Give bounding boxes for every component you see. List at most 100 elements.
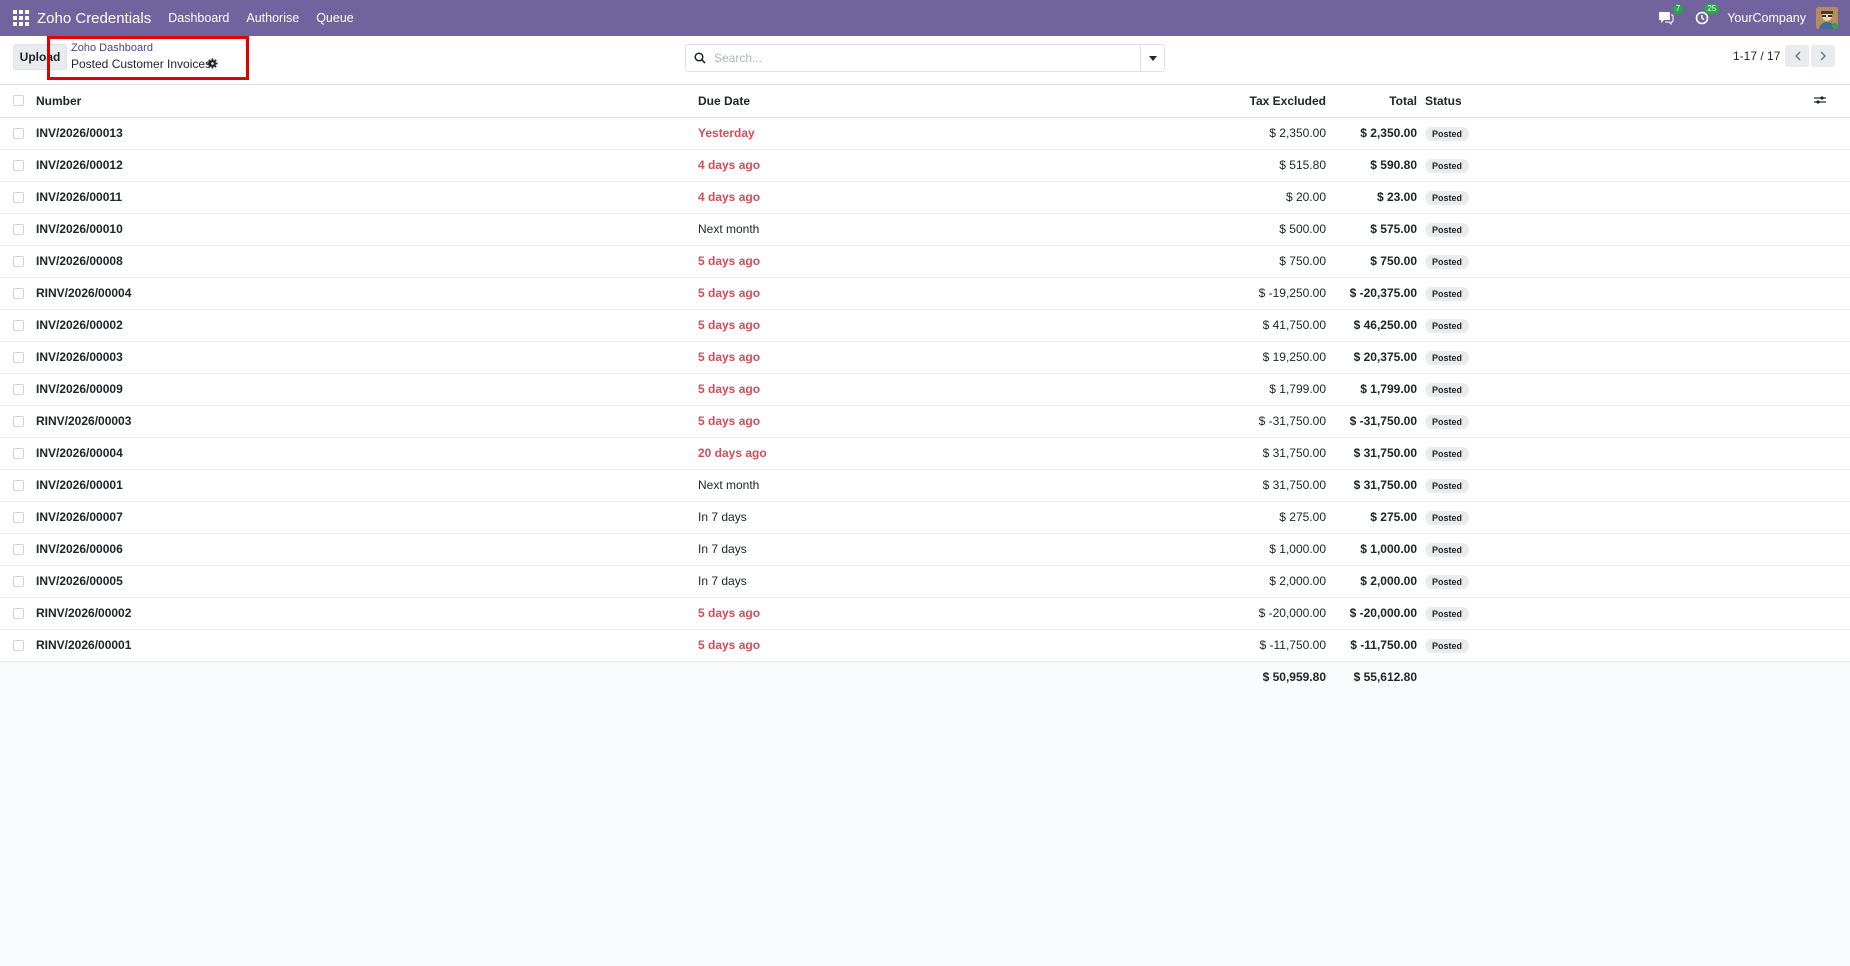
invoice-number[interactable]: INV/2026/00007 <box>36 501 698 533</box>
activities-icon[interactable]: 25 <box>1691 4 1720 29</box>
due-date: 5 days ago <box>698 382 761 396</box>
total-amount: $ 20,375.00 <box>1353 350 1417 364</box>
total-amount: $ -31,750.00 <box>1349 414 1417 428</box>
search-input[interactable] <box>714 51 1134 65</box>
table-row[interactable]: RINV/2026/00002 5 days ago $ -20,000.00 $ -… <box>0 597 1850 629</box>
row-checkbox[interactable] <box>13 383 24 395</box>
table-row[interactable]: INV/2026/00003 5 days ago $ 19,250.00 $ 20,… <box>0 341 1850 373</box>
status-badge: Posted <box>1425 190 1470 205</box>
pager-next-button[interactable] <box>1811 45 1835 67</box>
invoice-number[interactable]: INV/2026/00008 <box>36 245 698 277</box>
app-title[interactable]: Zoho Credentials <box>37 10 151 27</box>
due-date: 5 days ago <box>698 606 761 620</box>
company-switcher[interactable]: YourCompany <box>1727 11 1806 25</box>
tax-excluded-amount: $ 1,000.00 <box>1269 542 1326 556</box>
app-grid-icon[interactable] <box>13 10 29 26</box>
status-badge: Posted <box>1425 446 1470 461</box>
row-checkbox[interactable] <box>13 319 24 331</box>
header-total[interactable]: Total <box>1326 85 1417 118</box>
status-badge: Posted <box>1425 222 1470 237</box>
row-checkbox[interactable] <box>13 543 24 555</box>
invoice-number[interactable]: INV/2026/00001 <box>36 469 698 501</box>
table-row[interactable]: INV/2026/00008 5 days ago $ 750.00 $ 750.00… <box>0 245 1850 277</box>
header-number[interactable]: Number <box>36 85 698 118</box>
header-tax-excluded[interactable]: Tax Excluded <box>1088 85 1326 118</box>
invoice-number[interactable]: INV/2026/00006 <box>36 533 698 565</box>
table-row[interactable]: RINV/2026/00004 5 days ago $ -19,250.00 $ -… <box>0 277 1850 309</box>
total-amount: $ -20,375.00 <box>1349 286 1417 300</box>
search-options-toggle[interactable] <box>1140 45 1164 71</box>
invoice-number[interactable]: RINV/2026/00003 <box>36 405 698 437</box>
row-checkbox[interactable] <box>13 639 24 651</box>
table-row[interactable]: INV/2026/00001 Next month $ 31,750.00 $ 31,… <box>0 469 1850 501</box>
invoice-number[interactable]: RINV/2026/00001 <box>36 629 698 661</box>
row-checkbox[interactable] <box>13 607 24 619</box>
row-checkbox[interactable] <box>13 415 24 427</box>
row-checkbox[interactable] <box>13 255 24 267</box>
messages-icon[interactable]: 7 <box>1655 4 1684 29</box>
pager-value[interactable]: 1-17 / 17 <box>1733 49 1780 63</box>
invoice-number[interactable]: RINV/2026/00002 <box>36 597 698 629</box>
row-checkbox[interactable] <box>13 223 24 235</box>
table-row[interactable]: INV/2026/00011 4 days ago $ 20.00 $ 23.00 Po… <box>0 181 1850 213</box>
table-row[interactable]: INV/2026/00004 20 days ago $ 31,750.00 $ 31… <box>0 437 1850 469</box>
row-checkbox[interactable] <box>13 447 24 459</box>
row-select-cell <box>0 341 36 373</box>
row-select-cell <box>0 277 36 309</box>
header-status[interactable]: Status <box>1417 85 1814 118</box>
table-row[interactable]: INV/2026/00010 Next month $ 500.00 $ 575.00… <box>0 213 1850 245</box>
row-select-cell <box>0 373 36 405</box>
table-row[interactable]: RINV/2026/00003 5 days ago $ -31,750.00 $ -… <box>0 405 1850 437</box>
table-row[interactable]: INV/2026/00006 In 7 days $ 1,000.00 $ 1,000… <box>0 533 1850 565</box>
page-title: Posted Customer Invoices <box>71 57 212 71</box>
table-row[interactable]: INV/2026/00005 In 7 days $ 2,000.00 $ 2,000… <box>0 565 1850 597</box>
tax-excluded-amount: $ 1,799.00 <box>1269 382 1326 396</box>
row-checkbox[interactable] <box>13 191 24 203</box>
invoice-list: Number Due Date Tax Excluded Total Statu… <box>0 85 1850 693</box>
table-row[interactable]: INV/2026/00007 In 7 days $ 275.00 $ 275.00 P… <box>0 501 1850 533</box>
table-row[interactable]: INV/2026/00012 4 days ago $ 515.80 $ 590.80… <box>0 149 1850 181</box>
invoice-number[interactable]: INV/2026/00012 <box>36 149 698 181</box>
pager-previous-button[interactable] <box>1785 45 1809 67</box>
invoice-number[interactable]: INV/2026/00011 <box>36 181 698 213</box>
invoice-number[interactable]: INV/2026/00002 <box>36 309 698 341</box>
total-amount: $ 31,750.00 <box>1353 446 1417 460</box>
user-avatar[interactable] <box>1816 7 1838 29</box>
top-navbar: Zoho Credentials Dashboard Authorise Que… <box>0 0 1850 36</box>
column-settings-icon[interactable] <box>1814 95 1826 105</box>
table-header-row: Number Due Date Tax Excluded Total Statu… <box>0 85 1850 118</box>
table-row[interactable]: INV/2026/00009 5 days ago $ 1,799.00 $ 1,79… <box>0 373 1850 405</box>
invoice-number[interactable]: INV/2026/00010 <box>36 213 698 245</box>
row-checkbox[interactable] <box>13 351 24 363</box>
invoice-number[interactable]: INV/2026/00005 <box>36 565 698 597</box>
invoice-number[interactable]: INV/2026/00013 <box>36 117 698 149</box>
table-row[interactable]: INV/2026/00002 5 days ago $ 41,750.00 $ 46,… <box>0 309 1850 341</box>
activities-badge: 25 <box>1704 4 1720 14</box>
breadcrumb-zoho-dashboard[interactable]: Zoho Dashboard <box>71 42 153 54</box>
gear-icon[interactable] <box>207 58 218 69</box>
invoice-number[interactable]: RINV/2026/00004 <box>36 277 698 309</box>
row-checkbox[interactable] <box>13 287 24 299</box>
invoice-number[interactable]: INV/2026/00003 <box>36 341 698 373</box>
tax-excluded-amount: $ -11,750.00 <box>1259 638 1327 652</box>
chevron-right-icon <box>1820 51 1826 61</box>
select-all-checkbox[interactable] <box>13 95 24 107</box>
row-checkbox[interactable] <box>13 511 24 523</box>
row-checkbox[interactable] <box>13 575 24 587</box>
header-due-date[interactable]: Due Date <box>698 85 1088 118</box>
menu-queue[interactable]: Queue <box>316 11 354 25</box>
row-select-cell <box>0 213 36 245</box>
menu-dashboard[interactable]: Dashboard <box>168 11 229 25</box>
table-row[interactable]: RINV/2026/00001 5 days ago $ -11,750.00 $ -… <box>0 629 1850 661</box>
invoice-number[interactable]: INV/2026/00009 <box>36 373 698 405</box>
row-checkbox[interactable] <box>13 127 24 139</box>
row-select-cell <box>0 437 36 469</box>
menu-authorise[interactable]: Authorise <box>246 11 299 25</box>
tax-excluded-amount: $ -31,750.00 <box>1258 414 1326 428</box>
navbar-right: 7 25 YourCompany <box>1655 0 1850 36</box>
table-row[interactable]: INV/2026/00013 Yesterday $ 2,350.00 $ 2,350… <box>0 117 1850 149</box>
total-amount: $ 2,000.00 <box>1360 574 1417 588</box>
row-checkbox[interactable] <box>13 159 24 171</box>
invoice-number[interactable]: INV/2026/00004 <box>36 437 698 469</box>
row-checkbox[interactable] <box>13 479 24 491</box>
